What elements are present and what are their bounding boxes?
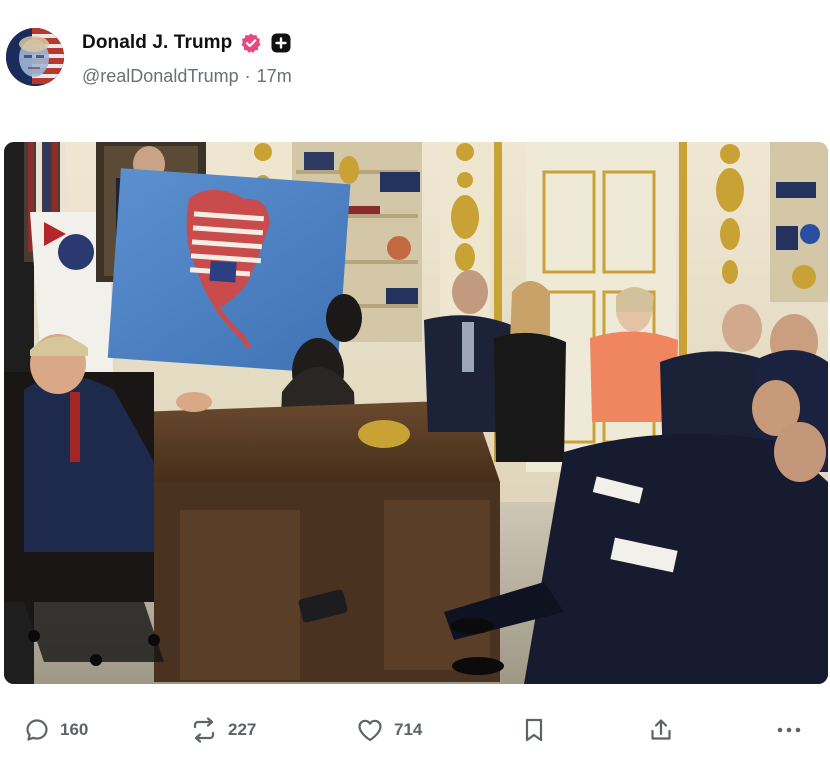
post-card: Donald J. Trump @realDonaldTrump · 17m 1… — [0, 0, 830, 770]
more-icon — [777, 727, 801, 733]
timestamp[interactable]: 17m — [257, 66, 292, 87]
bookmark-icon — [525, 718, 543, 742]
photo-icon — [4, 142, 828, 684]
separator-dot: · — [244, 66, 251, 86]
repost-button[interactable]: 227 — [190, 708, 256, 752]
share-button[interactable] — [648, 708, 674, 752]
handle-row: @realDonaldTrump · 17m — [82, 66, 292, 87]
repost-icon — [193, 717, 215, 743]
reply-count: 160 — [60, 720, 89, 739]
reply-button[interactable]: 160 — [24, 708, 88, 752]
post-photo[interactable] — [4, 142, 828, 684]
verified-badge-icon — [240, 32, 262, 54]
action-bar: 160 227 714 — [0, 708, 830, 752]
name-row: Donald J. Trump — [82, 30, 292, 56]
handle[interactable]: @realDonaldTrump — [82, 66, 239, 87]
repost-count: 227 — [228, 720, 257, 739]
display-name[interactable]: Donald J. Trump — [82, 32, 232, 54]
more-options-button[interactable] — [774, 708, 804, 752]
plus-badge-icon — [270, 32, 292, 54]
bookmark-button[interactable] — [522, 708, 546, 752]
like-button[interactable]: 714 — [356, 708, 422, 752]
post-header: Donald J. Trump @realDonaldTrump · 17m — [0, 22, 830, 98]
reply-icon — [26, 719, 48, 741]
heart-icon — [358, 719, 382, 742]
like-count: 714 — [394, 720, 423, 739]
share-icon — [651, 719, 671, 740]
avatar[interactable] — [6, 28, 64, 86]
avatar-image — [6, 28, 64, 86]
